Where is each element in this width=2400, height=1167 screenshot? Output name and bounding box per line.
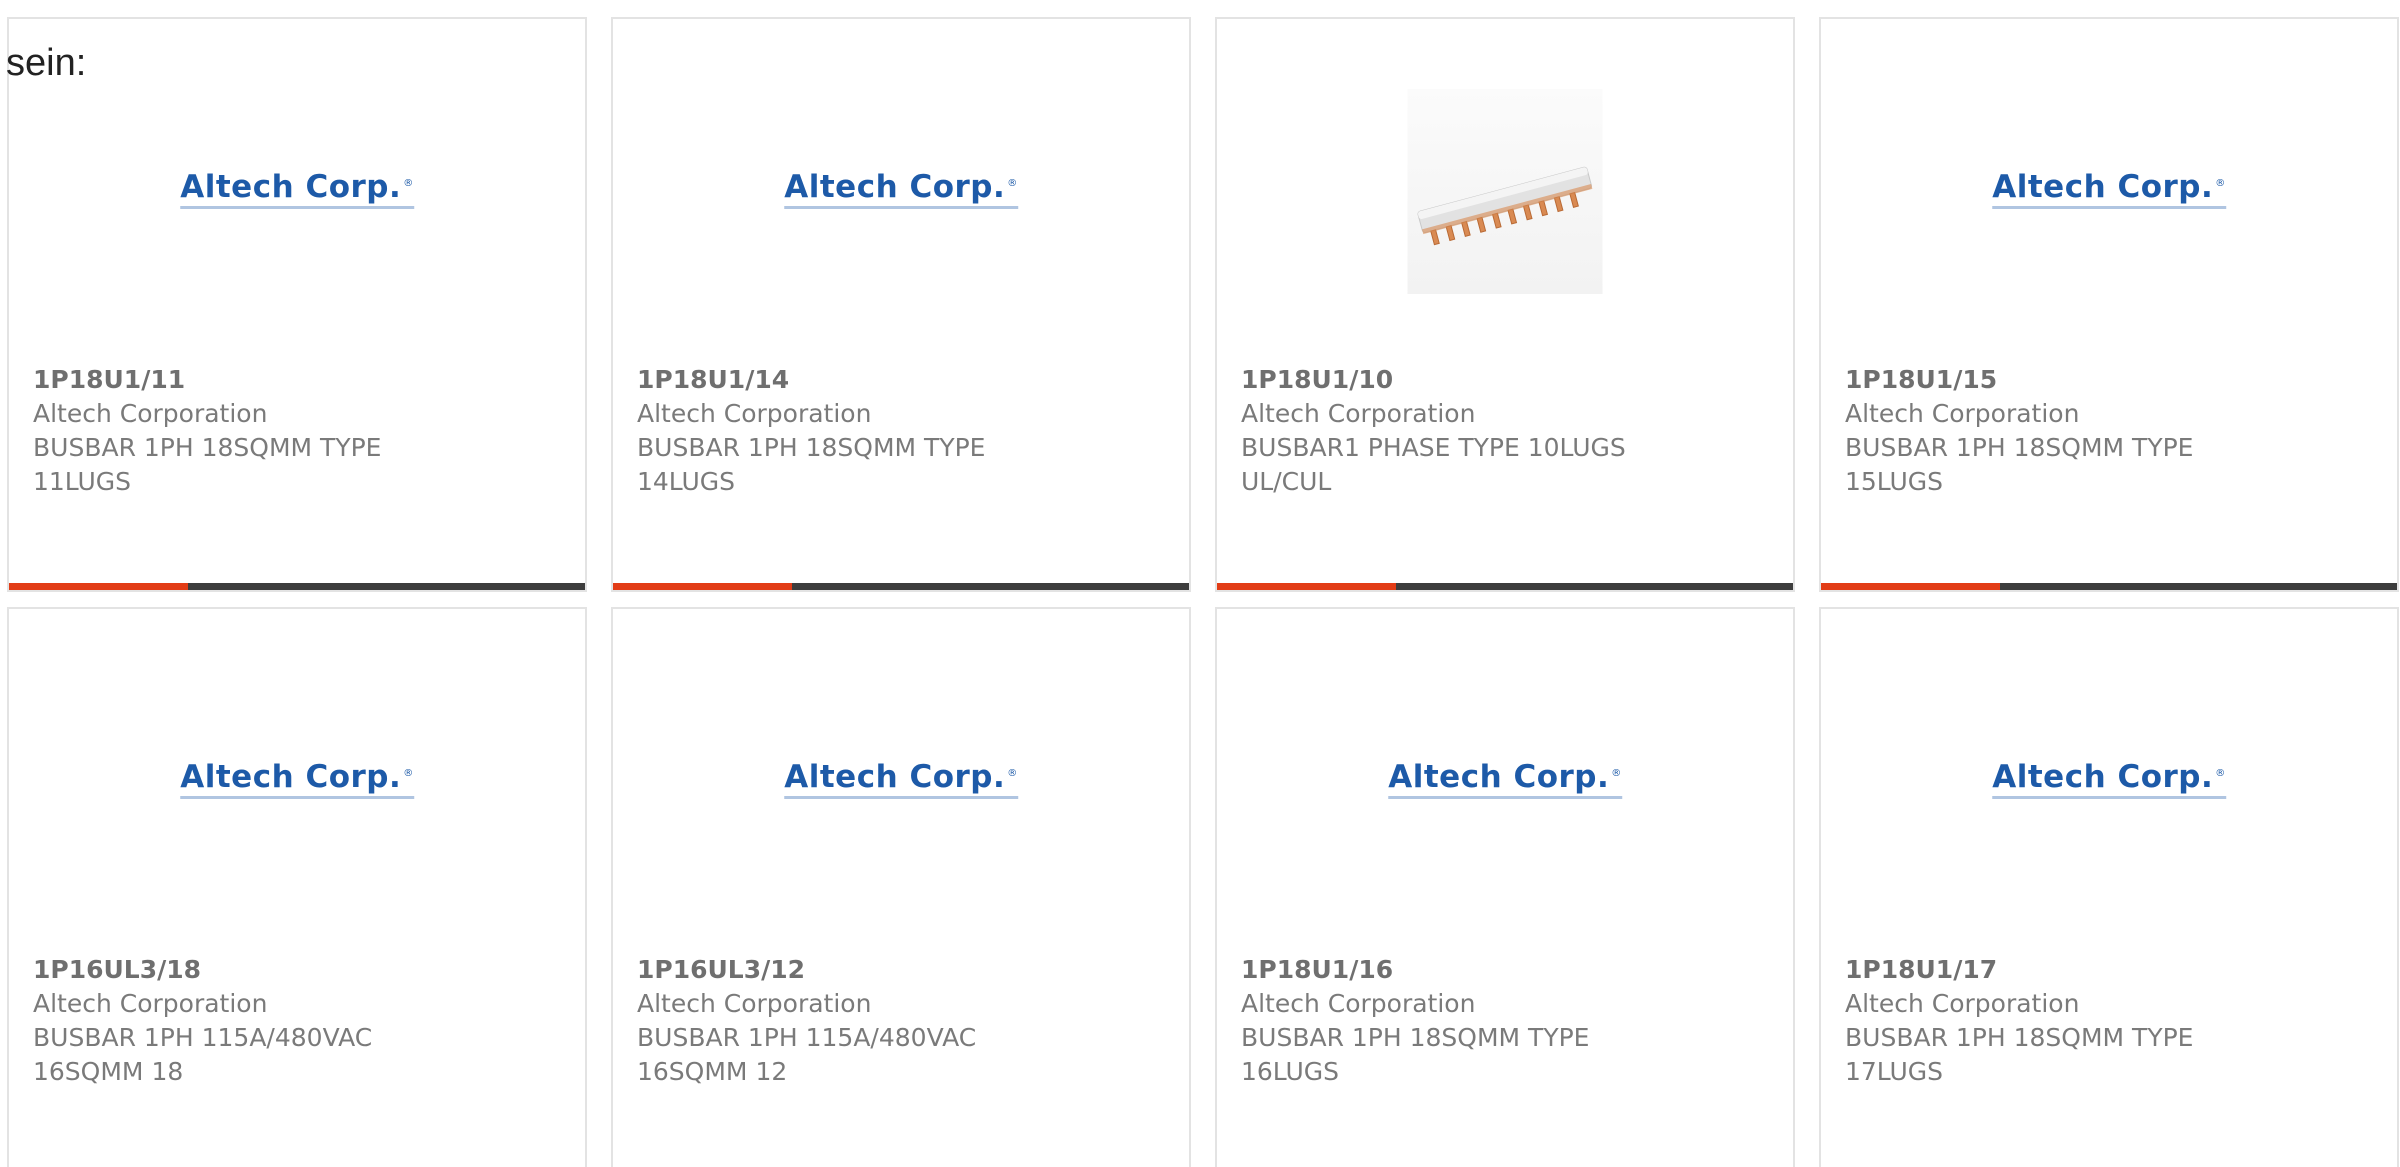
product-image[interactable]: Altech Corp. ® <box>9 609 585 939</box>
product-card[interactable]: Altech Corp. ® 1P18U1/14 Altech Corporati… <box>611 17 1191 592</box>
product-card[interactable]: Altech Corp. ® 1P16UL3/18 Altech Corporat… <box>7 607 587 1167</box>
manufacturer: Altech Corporation <box>33 989 268 1018</box>
progress-bar <box>613 583 1189 590</box>
part-number[interactable]: 1P18U1/16 <box>1241 953 1773 987</box>
product-card[interactable]: Altech Corp. ® 1P16UL3/12 Altech Corporat… <box>611 607 1191 1167</box>
page: sein: Altech Corp. ® 1P18U1/11 Altech Cor… <box>0 0 2400 1167</box>
part-number[interactable]: 1P18U1/10 <box>1241 363 1773 397</box>
progress-fill <box>613 583 792 590</box>
product-grid: Altech Corp. ® 1P18U1/11 Altech Corporati… <box>7 17 2399 1167</box>
intro-text: sein: <box>6 42 87 84</box>
product-image[interactable]: Altech Corp. ® <box>613 609 1189 939</box>
manufacturer: Altech Corporation <box>33 399 268 428</box>
altech-logo: Altech Corp. ® <box>180 759 414 799</box>
part-number[interactable]: 1P18U1/11 <box>33 363 565 397</box>
progress-fill <box>9 583 188 590</box>
product-card[interactable]: Altech Corp. ® 1P18U1/16 Altech Corporati… <box>1215 607 1795 1167</box>
part-number[interactable]: 1P18U1/17 <box>1845 953 2377 987</box>
altech-logo: Altech Corp. ® <box>1992 759 2226 799</box>
manufacturer: Altech Corporation <box>1845 989 2080 1018</box>
part-number[interactable]: 1P16UL3/18 <box>33 953 565 987</box>
altech-logo: Altech Corp. ® <box>784 169 1018 209</box>
progress-fill <box>1217 583 1396 590</box>
product-image[interactable]: Altech Corp. ® <box>9 19 585 349</box>
product-card[interactable]: Altech Corp. ® 1P18U1/15 Altech Corporati… <box>1819 17 2399 592</box>
product-description: BUSBAR 1PH 18SQMM TYPE 14LUGS <box>637 433 986 496</box>
part-number[interactable]: 1P16UL3/12 <box>637 953 1169 987</box>
manufacturer: Altech Corporation <box>637 399 872 428</box>
product-description: BUSBAR1 PHASE TYPE 10LUGS UL/CUL <box>1241 433 1626 496</box>
product-description: BUSBAR 1PH 18SQMM TYPE 15LUGS <box>1845 433 2194 496</box>
product-image[interactable]: Altech Corp. ® <box>1821 19 2397 349</box>
product-card[interactable]: Altech Corp. ® 1P18U1/11 Altech Corporati… <box>7 17 587 592</box>
product-description: BUSBAR 1PH 18SQMM TYPE 16LUGS <box>1241 1023 1590 1086</box>
product-card[interactable]: 1P18U1/10 Altech Corporation BUSBAR1 PHA… <box>1215 17 1795 592</box>
altech-logo: Altech Corp. ® <box>180 169 414 209</box>
product-card[interactable]: Altech Corp. ® 1P18U1/17 Altech Corporati… <box>1819 607 2399 1167</box>
progress-bar <box>1217 583 1793 590</box>
product-image[interactable]: Altech Corp. ® <box>613 19 1189 349</box>
product-image[interactable]: Altech Corp. ® <box>1217 609 1793 939</box>
product-description: BUSBAR 1PH 115A/480VAC 16SQMM 18 <box>33 1023 373 1086</box>
altech-logo: Altech Corp. ® <box>1992 169 2226 209</box>
progress-bar <box>1821 583 2397 590</box>
product-description: BUSBAR 1PH 115A/480VAC 16SQMM 12 <box>637 1023 977 1086</box>
altech-logo: Altech Corp. ® <box>1388 759 1622 799</box>
busbar-photo <box>1407 89 1603 294</box>
altech-logo: Altech Corp. ® <box>784 759 1018 799</box>
manufacturer: Altech Corporation <box>1241 399 1476 428</box>
manufacturer: Altech Corporation <box>1845 399 2080 428</box>
product-description: BUSBAR 1PH 18SQMM TYPE 17LUGS <box>1845 1023 2194 1086</box>
progress-fill <box>1821 583 2000 590</box>
product-image[interactable] <box>1217 19 1793 349</box>
progress-bar <box>9 583 585 590</box>
part-number[interactable]: 1P18U1/15 <box>1845 363 2377 397</box>
product-description: BUSBAR 1PH 18SQMM TYPE 11LUGS <box>33 433 382 496</box>
manufacturer: Altech Corporation <box>1241 989 1476 1018</box>
product-image[interactable]: Altech Corp. ® <box>1821 609 2397 939</box>
part-number[interactable]: 1P18U1/14 <box>637 363 1169 397</box>
manufacturer: Altech Corporation <box>637 989 872 1018</box>
